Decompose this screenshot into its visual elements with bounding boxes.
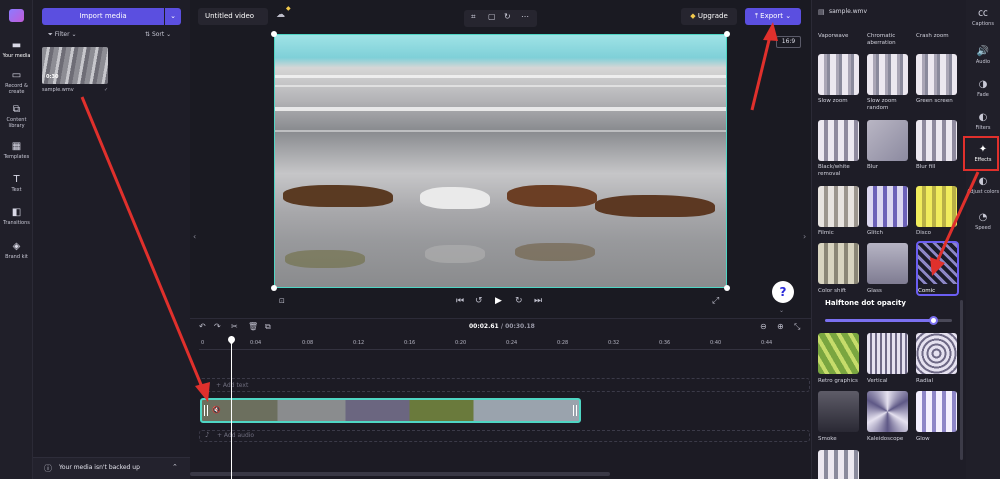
arrow-line-export <box>750 35 772 111</box>
annotation-arrows <box>80 22 980 402</box>
arrow-head-export <box>763 22 778 41</box>
arrow-line-media <box>80 96 204 388</box>
arrow-line-effects <box>935 171 980 263</box>
arrow-head-media <box>195 382 210 402</box>
